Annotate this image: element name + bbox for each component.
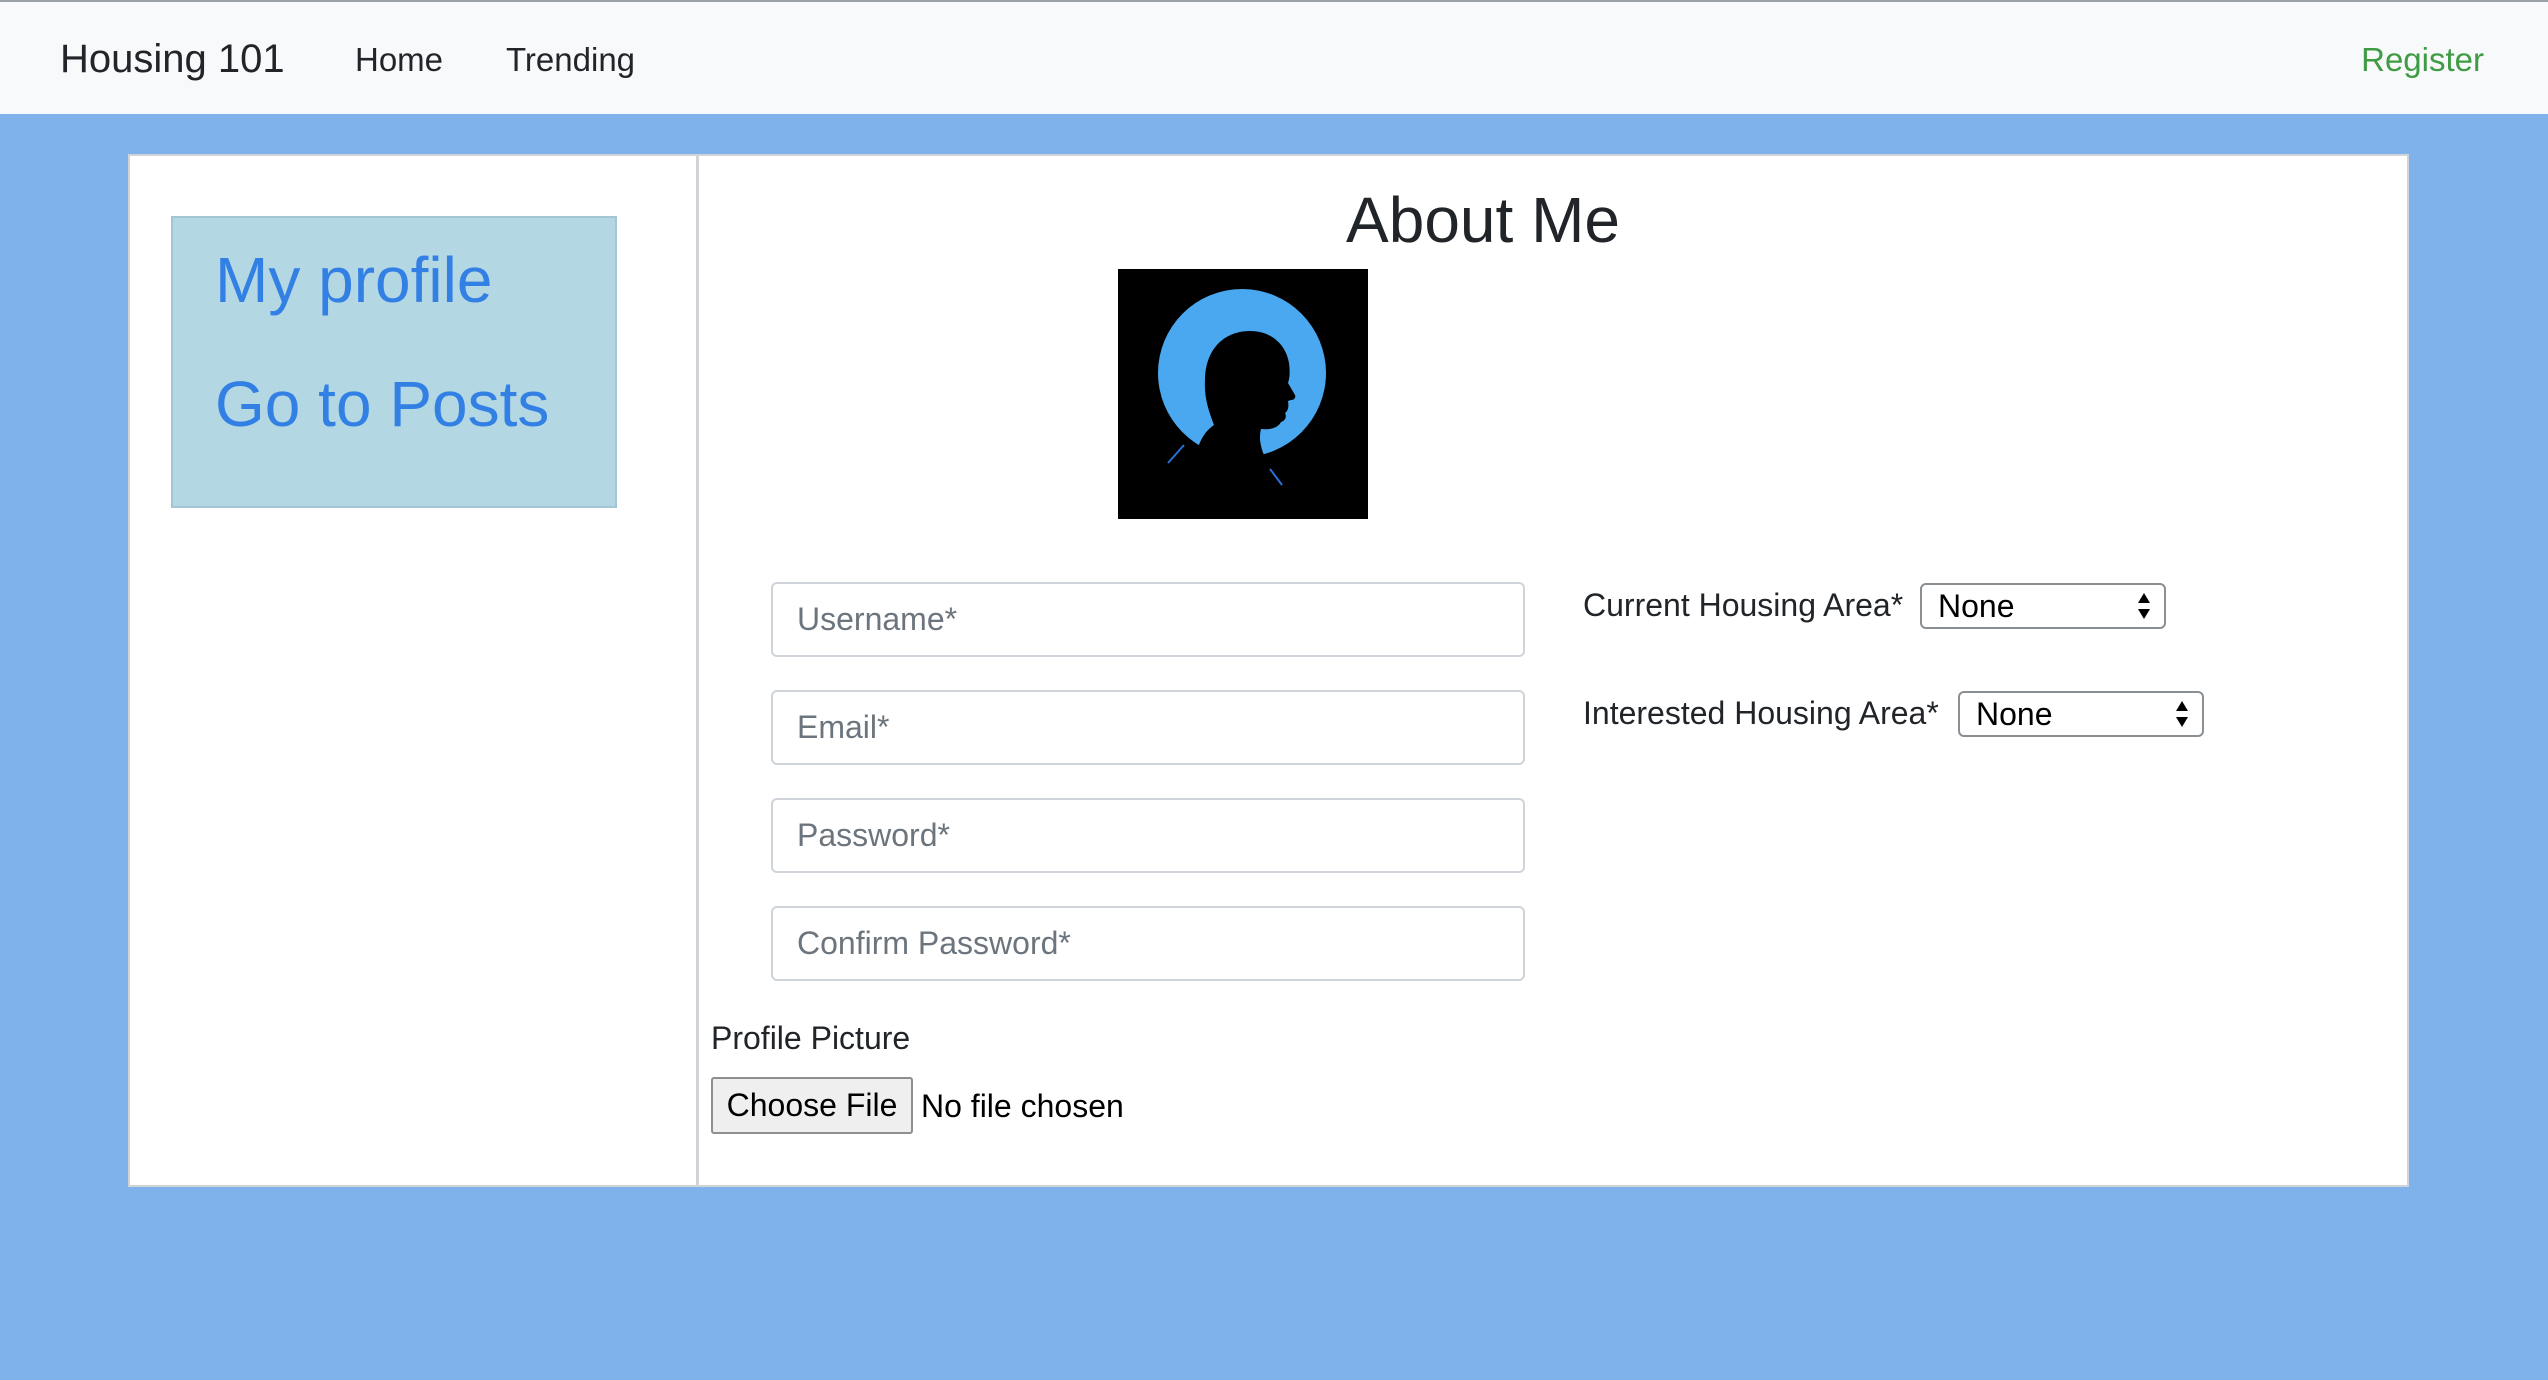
profile-silhouette-icon	[1118, 269, 1368, 519]
choose-file-button[interactable]: Choose File	[711, 1077, 913, 1134]
username-input[interactable]	[771, 582, 1525, 657]
password-input[interactable]	[771, 798, 1525, 873]
top-navbar: Housing 101 Home Trending Register	[0, 0, 2548, 114]
profile-avatar	[1118, 269, 1368, 519]
page-title: About Me	[1346, 184, 1620, 256]
sidebar-item-go-to-posts[interactable]: Go to Posts	[215, 366, 549, 442]
brand-link[interactable]: Housing 101	[60, 34, 285, 84]
file-status-text: No file chosen	[921, 1088, 1124, 1124]
current-housing-area-select[interactable]: None	[1920, 583, 2166, 629]
sidebar-panel: My profile Go to Posts	[128, 154, 698, 1187]
interested-housing-area-label: Interested Housing Area*	[1583, 695, 1939, 731]
profile-form-panel: About Me Current Housing Area* None Inte…	[697, 154, 2409, 1187]
confirm-password-input[interactable]	[771, 906, 1525, 981]
nav-trending-link[interactable]: Trending	[506, 38, 635, 82]
interested-housing-area-select[interactable]: None	[1958, 691, 2204, 737]
current-housing-area-label: Current Housing Area*	[1583, 587, 1904, 623]
sidebar-item-my-profile[interactable]: My profile	[215, 242, 492, 318]
register-link[interactable]: Register	[2361, 38, 2484, 82]
email-input[interactable]	[771, 690, 1525, 765]
interested-housing-area-value: None	[1976, 696, 2053, 732]
nav-home-link[interactable]: Home	[355, 38, 443, 82]
sidebar-menu: My profile Go to Posts	[171, 216, 617, 508]
profile-picture-label: Profile Picture	[711, 1020, 911, 1056]
current-housing-area-value: None	[1938, 588, 2015, 624]
select-arrows-icon	[2138, 593, 2150, 619]
select-arrows-icon	[2176, 701, 2188, 727]
